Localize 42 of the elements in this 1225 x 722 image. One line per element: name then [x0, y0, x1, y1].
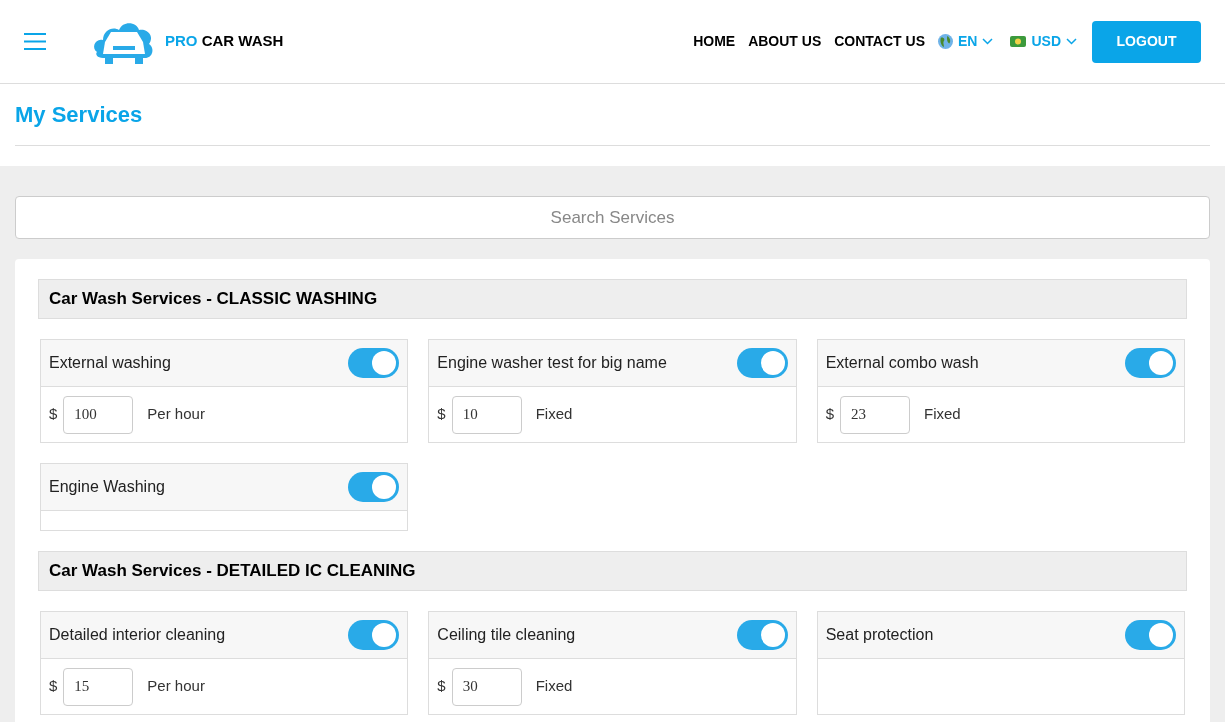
price-field[interactable]: 30 [451, 667, 522, 706]
price-unit: Per hour [147, 404, 205, 425]
currency-symbol: $ [437, 676, 446, 697]
price-field[interactable]: 15 [63, 667, 134, 706]
currency-symbol: $ [49, 676, 58, 697]
service-name: Seat protection [825, 625, 934, 645]
price-unit: Fixed [535, 676, 573, 697]
service-name: External combo wash [825, 353, 979, 373]
page-title: My Services [15, 101, 143, 129]
toggle-switch[interactable] [736, 348, 788, 378]
toggle-switch[interactable] [348, 472, 400, 502]
menu-icon[interactable] [24, 33, 46, 50]
service-name: Ceiling tile cleaning [437, 625, 576, 645]
currency-symbol: $ [49, 404, 58, 425]
banknote-icon [1010, 36, 1027, 47]
service-name: Engine washer test for big name [437, 353, 667, 373]
toggle-switch[interactable] [1125, 348, 1176, 378]
price-unit: Fixed [535, 404, 573, 425]
toggle-switch[interactable] [348, 348, 400, 378]
currency-symbol: $ [437, 404, 446, 425]
price-field[interactable]: 23 [840, 395, 910, 434]
section-header: Car Wash Services - CLASSIC WASHING [38, 279, 1187, 319]
globe-icon [938, 34, 953, 49]
toggle-switch[interactable] [1125, 620, 1176, 650]
toggle-switch[interactable] [736, 620, 788, 650]
price-field[interactable]: 10 [451, 395, 522, 434]
price-unit: Per hour [147, 676, 205, 697]
currency-symbol: $ [825, 404, 834, 425]
brand-name: PRO CAR WASH [165, 31, 284, 52]
price-unit: Fixed [924, 404, 961, 425]
nav-link[interactable]: CONTACT US [834, 31, 925, 52]
section-header: Car Wash Services - DETAILED IC CLEANING [38, 551, 1187, 591]
nav-link[interactable]: ABOUT US [748, 31, 822, 52]
chevron-down-icon [982, 38, 994, 45]
service-name: Detailed interior cleaning [49, 625, 226, 645]
nav-link[interactable]: HOME [693, 31, 736, 52]
search-field[interactable]: Search Services [15, 196, 1210, 239]
chevron-down-icon [1066, 38, 1077, 45]
service-name: External washing [49, 353, 171, 373]
service-name: Engine Washing [49, 477, 165, 497]
price-field[interactable]: 100 [63, 395, 134, 434]
toggle-switch[interactable] [348, 620, 400, 650]
